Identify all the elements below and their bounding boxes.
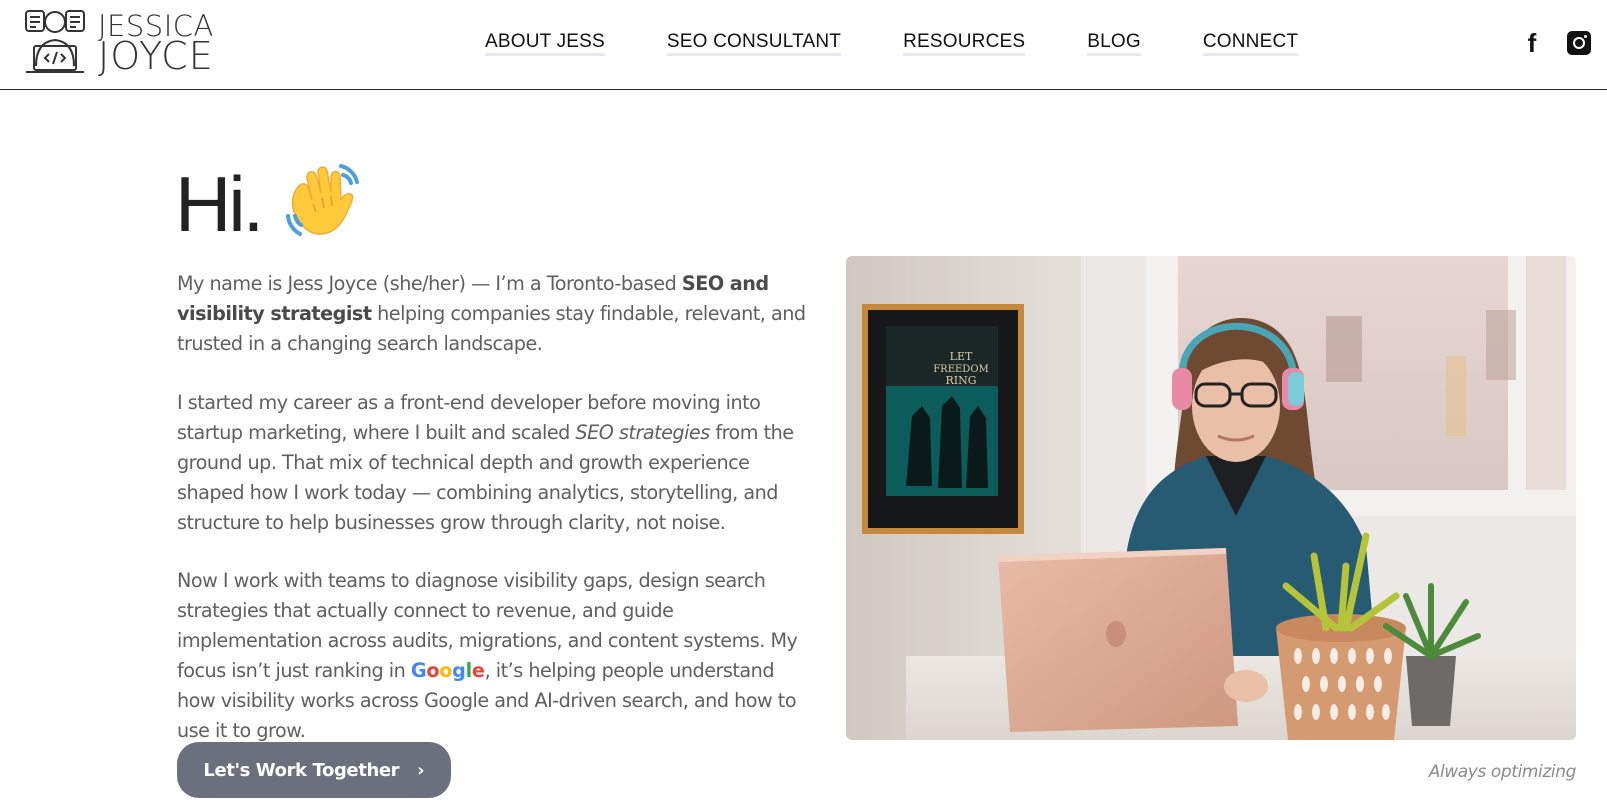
google-wordmark: Google	[411, 659, 485, 682]
hero-photo: LET FREEDOM RING	[846, 256, 1576, 740]
google-letter: g	[452, 659, 466, 682]
page-title: Hi.	[175, 160, 264, 248]
work-together-label: Let's Work Together	[203, 759, 400, 781]
waving-hand-icon	[286, 164, 360, 236]
site-logo[interactable]: JESSICA JOYCE	[22, 6, 214, 76]
chevron-right-icon: ›	[417, 759, 425, 781]
nav-item-resources[interactable]: RESOURCES	[903, 31, 1026, 56]
site-header: JESSICA JOYCE ABOUT JESS SEO CONSULTANT …	[0, 0, 1607, 90]
google-letter: o	[426, 659, 440, 682]
main-nav: ABOUT JESS SEO CONSULTANT RESOURCES BLOG…	[485, 31, 1299, 56]
photo-caption: Always optimizing	[1428, 762, 1577, 782]
focus-paragraph: Now I work with teams to diagnose visibi…	[177, 566, 817, 746]
poster-text-3: RING	[945, 374, 976, 387]
developer-at-laptop-icon	[25, 10, 85, 73]
greeting: Hi.	[175, 160, 365, 248]
intro-text-a: My name is Jess Joyce (she/her) — I’m a …	[177, 272, 682, 295]
work-together-button[interactable]: Let's Work Together ›	[177, 742, 451, 798]
career-paragraph: I started my career as a front-end devel…	[177, 388, 817, 538]
google-letter: e	[471, 659, 485, 682]
poster-text-1: LET	[950, 350, 973, 363]
nav-item-seo-consultant[interactable]: SEO CONSULTANT	[666, 31, 842, 56]
hero-photo-illustration: LET FREEDOM RING	[846, 256, 1576, 740]
facebook-icon[interactable]: f	[1521, 29, 1543, 57]
instagram-icon[interactable]	[1567, 31, 1591, 55]
google-letter: o	[439, 659, 453, 682]
career-italic: SEO strategies	[575, 421, 710, 444]
nav-item-blog[interactable]: BLOG	[1087, 31, 1141, 56]
google-letter: G	[410, 659, 427, 682]
nav-item-connect[interactable]: CONNECT	[1202, 31, 1299, 56]
brand-name: JESSICA JOYCE	[98, 10, 214, 78]
nav-item-about-jess[interactable]: ABOUT JESS	[485, 31, 605, 56]
social-links: f	[1521, 29, 1591, 57]
intro-paragraph: My name is Jess Joyce (she/her) — I’m a …	[177, 269, 817, 359]
brand-name-line2: JOYCE	[98, 34, 214, 78]
